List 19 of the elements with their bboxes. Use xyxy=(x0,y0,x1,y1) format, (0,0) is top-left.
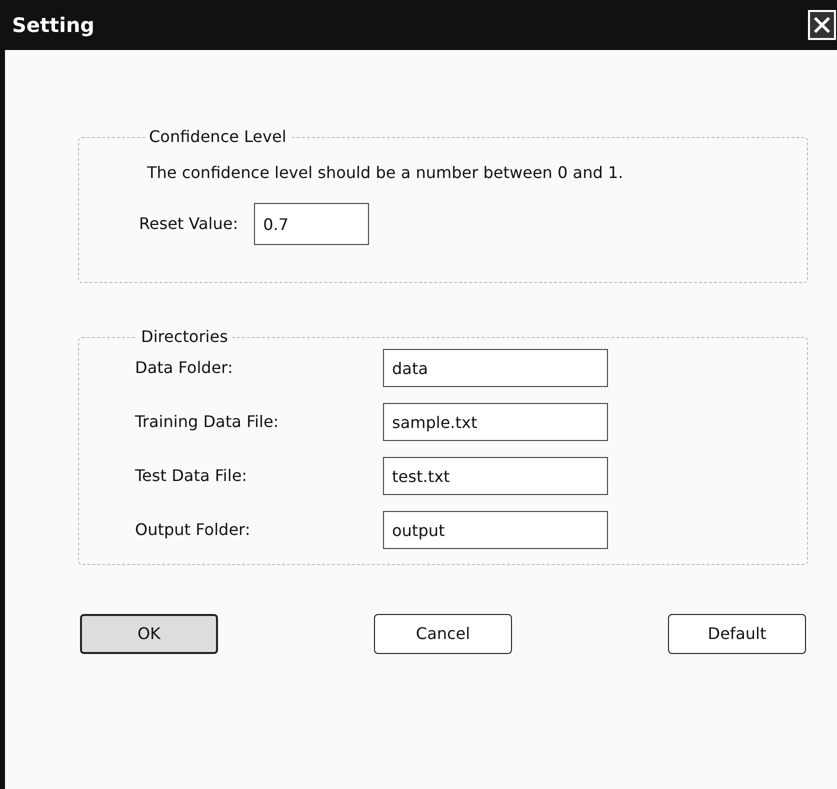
group-title: Confidence Level xyxy=(148,126,288,148)
input-field[interactable]: test.txt xyxy=(383,457,608,495)
dialog-button[interactable]: OK xyxy=(80,614,218,654)
field-label: Training Data File: xyxy=(135,411,280,433)
field-label: Reset Value: xyxy=(139,213,238,235)
field-label: Data Folder: xyxy=(135,357,234,379)
input-field[interactable]: data xyxy=(383,349,608,387)
hint-text: The confidence level should be a number between 0 and 1. xyxy=(147,162,624,184)
dialog-button[interactable]: Default xyxy=(668,614,806,654)
input-field[interactable]: 0.7 xyxy=(254,203,370,245)
input-field[interactable]: sample.txt xyxy=(383,403,608,441)
close-button[interactable] xyxy=(808,10,836,40)
window-title: Setting xyxy=(12,12,94,39)
dialog-button[interactable]: Cancel xyxy=(374,614,512,654)
close-icon xyxy=(813,16,831,34)
field-label: Output Folder: xyxy=(135,519,252,541)
group-title: Directories xyxy=(140,326,229,348)
input-field[interactable]: output xyxy=(383,511,608,549)
field-label: Test Data File: xyxy=(135,465,248,487)
